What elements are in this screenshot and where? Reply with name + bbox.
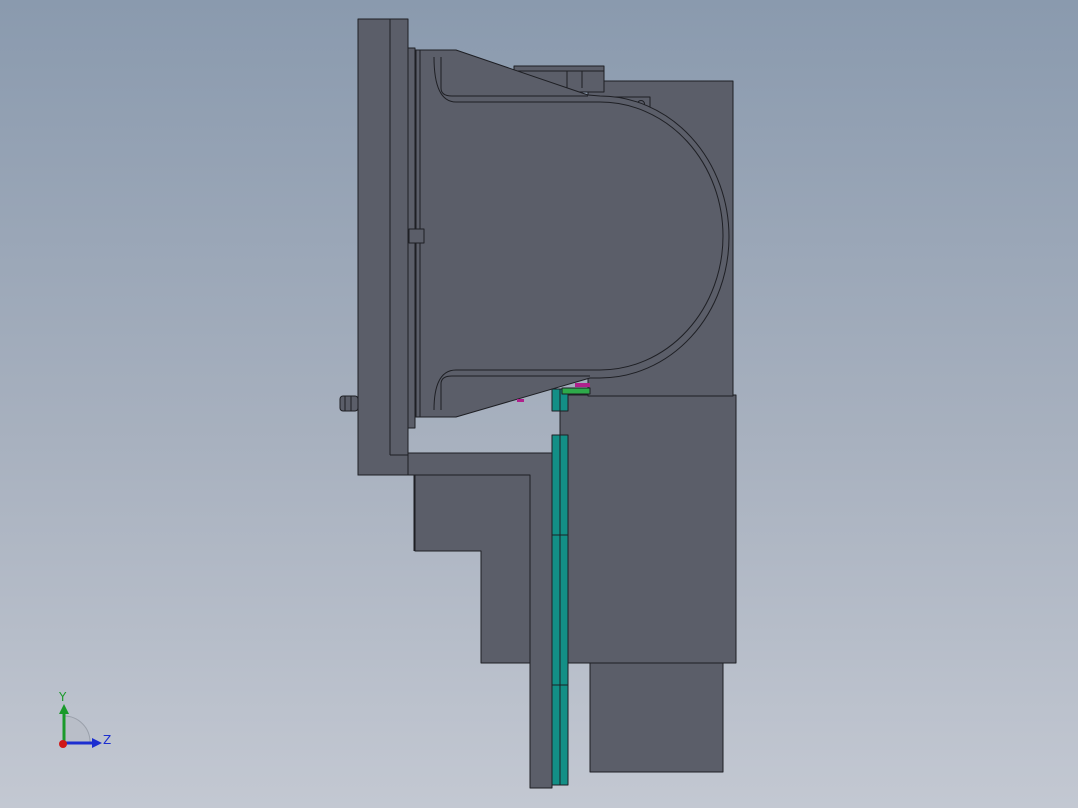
side-fitting <box>339 395 359 412</box>
green-pad <box>561 387 591 395</box>
x-axis-dot-icon <box>59 740 67 748</box>
magenta-mark <box>517 399 524 402</box>
z-axis-label: Z <box>103 733 111 747</box>
magenta-pad <box>575 383 590 387</box>
triad-arc <box>63 715 91 743</box>
y-axis-label: Y <box>58 690 67 704</box>
left-plate <box>357 18 409 476</box>
lower-block <box>559 394 737 664</box>
coordinate-triad: Y Z <box>58 690 111 748</box>
side-view-drawing: Y Z <box>58 18 737 789</box>
y-arrow-icon <box>59 704 69 714</box>
mid-latch <box>408 228 425 244</box>
bottom-block <box>589 662 724 773</box>
cad-viewport[interactable]: Y Z <box>0 0 1078 808</box>
z-arrow-icon <box>92 738 102 748</box>
